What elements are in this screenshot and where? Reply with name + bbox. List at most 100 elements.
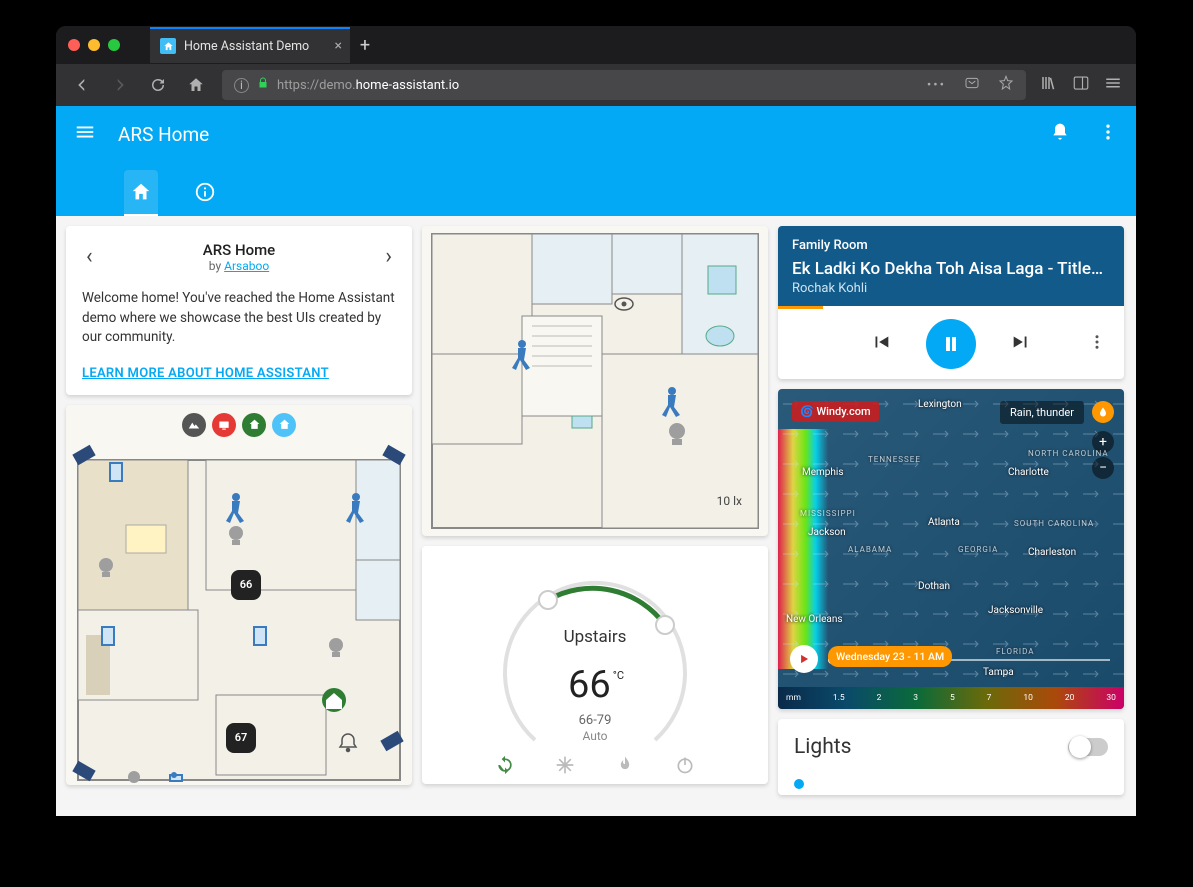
sidebar-icon[interactable] xyxy=(1072,74,1090,96)
thermostat-chip-2[interactable]: 67 xyxy=(226,723,256,753)
state-label: SOUTH CAROLINA xyxy=(1014,519,1094,528)
app-menu-icon[interactable] xyxy=(1104,74,1122,96)
reader-icon[interactable] xyxy=(964,75,980,95)
city-label: Lexington xyxy=(918,399,962,410)
state-label: GEORGIA xyxy=(958,545,998,554)
address-bar[interactable]: i https://demo.home-assistant.io ••• xyxy=(222,70,1026,100)
tab-title: Home Assistant Demo xyxy=(184,39,309,54)
maximize-window[interactable] xyxy=(108,39,120,51)
menu-icon[interactable] xyxy=(74,121,96,147)
city-label: Charleston xyxy=(1028,547,1076,558)
library-icon[interactable] xyxy=(1040,74,1058,96)
state-label: MISSISSIPPI xyxy=(800,509,856,518)
browser-tab[interactable]: Home Assistant Demo × xyxy=(150,27,350,63)
welcome-card: ‹ ARS Home by Arsaboo › Welcome home! Yo… xyxy=(66,226,412,395)
author-link[interactable]: Arsaboo xyxy=(224,259,269,273)
media-pause-button[interactable] xyxy=(926,319,976,369)
welcome-byline: by Arsaboo xyxy=(203,259,275,273)
thermostat-range: 66-79 xyxy=(490,713,700,728)
city-label: New Orleans xyxy=(786,614,843,625)
thermostat-name: Upstairs xyxy=(490,627,700,647)
tab-bar: Home Assistant Demo × + xyxy=(56,26,1136,64)
map-legend: mm 1.52357102030 xyxy=(778,687,1124,709)
badge-home-icon[interactable] xyxy=(242,413,266,437)
lux-value: 10 lx xyxy=(717,494,742,508)
floorplan-badges xyxy=(182,413,296,437)
thermostat-card[interactable]: Upstairs 66°C 66-79 Auto xyxy=(422,546,768,784)
badge-house-icon[interactable] xyxy=(272,413,296,437)
browser-window: Home Assistant Demo × + i https://demo.h… xyxy=(56,26,1136,816)
overflow-icon[interactable] xyxy=(1098,122,1118,146)
city-label: Jackson xyxy=(808,527,846,538)
hvac-auto-icon[interactable] xyxy=(494,754,516,776)
media-overflow-icon[interactable] xyxy=(1088,333,1106,355)
zoom-out-button[interactable]: − xyxy=(1092,457,1114,479)
home-button[interactable] xyxy=(184,73,208,97)
page-content: ARS Home ‹ ARS Home by xyxy=(56,106,1136,816)
new-tab-button[interactable]: + xyxy=(350,35,380,56)
close-tab-icon[interactable]: × xyxy=(335,38,342,54)
state-label: NORTH CAROLINA xyxy=(1028,449,1109,458)
lock-icon xyxy=(257,77,269,93)
media-room: Family Room xyxy=(792,238,1110,253)
media-prev-icon[interactable] xyxy=(870,331,892,357)
map-play-button[interactable] xyxy=(790,645,818,673)
thermostat-chip-1[interactable]: 66 xyxy=(231,570,261,600)
map-provider[interactable]: 🌀 Windy.com xyxy=(792,401,879,422)
tab-home[interactable] xyxy=(124,170,158,216)
dashboard-tabs xyxy=(56,162,1136,216)
city-label: Dothan xyxy=(918,581,950,592)
welcome-title: ARS Home xyxy=(203,241,275,259)
map-layer-label[interactable]: Rain, thunder xyxy=(1000,401,1084,424)
url-text: https://demo.home-assistant.io xyxy=(277,78,459,93)
floorplan-upper-svg xyxy=(422,226,768,536)
page-title: ARS Home xyxy=(118,123,209,146)
weather-map-card[interactable]: 🌀 Windy.com Rain, thunder + − Lexington … xyxy=(778,389,1124,709)
thermostat-temp: 66°C xyxy=(490,663,700,707)
city-label: Jacksonville xyxy=(988,605,1043,616)
forward-button[interactable] xyxy=(108,73,132,97)
floorplan-main-card[interactable]: 66 67 xyxy=(66,405,412,785)
city-label: Memphis xyxy=(802,467,844,478)
badge-mountain-icon[interactable] xyxy=(182,413,206,437)
hvac-cool-icon[interactable] xyxy=(554,754,576,776)
lights-master-toggle[interactable] xyxy=(1068,738,1108,756)
city-label: Tampa xyxy=(983,667,1014,678)
hvac-off-icon[interactable] xyxy=(674,754,696,776)
state-label: ALABAMA xyxy=(848,545,892,554)
light-entity-dot[interactable] xyxy=(794,779,804,789)
welcome-body: Welcome home! You've reached the Home As… xyxy=(82,289,396,348)
learn-more-link[interactable]: LEARN MORE ABOUT HOME ASSISTANT xyxy=(82,366,396,381)
dashboard-grid: ‹ ARS Home by Arsaboo › Welcome home! Yo… xyxy=(56,216,1136,805)
floorplan-upper-card[interactable]: 10 lx xyxy=(422,226,768,536)
notifications-icon[interactable] xyxy=(1050,122,1070,146)
media-title: Ek Ladki Ko Dekha Toh Aisa Laga - Title… xyxy=(792,259,1110,279)
state-label: TENNESSEE xyxy=(868,455,921,464)
window-controls xyxy=(68,39,150,51)
reload-button[interactable] xyxy=(146,73,170,97)
minimize-window[interactable] xyxy=(88,39,100,51)
ha-header: ARS Home xyxy=(56,106,1136,216)
state-label: FLORIDA xyxy=(996,647,1034,656)
media-artist: Rochak Kohli xyxy=(792,281,1110,296)
hvac-heat-icon[interactable] xyxy=(614,754,636,776)
tracking-icon[interactable]: ••• xyxy=(927,78,946,93)
layer-picker-icon[interactable] xyxy=(1092,401,1114,423)
media-next-icon[interactable] xyxy=(1010,331,1032,357)
back-button[interactable] xyxy=(70,73,94,97)
site-info-icon[interactable]: i xyxy=(234,78,249,93)
media-player-card: Family Room Ek Ladki Ko Dekha Toh Aisa L… xyxy=(778,226,1124,379)
favicon-icon xyxy=(160,38,176,54)
toolbar: i https://demo.home-assistant.io ••• xyxy=(56,64,1136,106)
close-window[interactable] xyxy=(68,39,80,51)
lights-title: Lights xyxy=(794,735,851,759)
next-button[interactable]: › xyxy=(381,240,396,273)
tab-info[interactable] xyxy=(188,170,222,216)
lights-card: Lights xyxy=(778,719,1124,795)
toolbar-right xyxy=(1040,74,1122,96)
map-timestamp: Wednesday 23 - 11 AM xyxy=(828,646,952,667)
prev-button[interactable]: ‹ xyxy=(82,240,97,273)
bookmark-icon[interactable] xyxy=(998,75,1014,95)
badge-tv-icon[interactable] xyxy=(212,413,236,437)
city-label: Charlotte xyxy=(1008,467,1049,478)
